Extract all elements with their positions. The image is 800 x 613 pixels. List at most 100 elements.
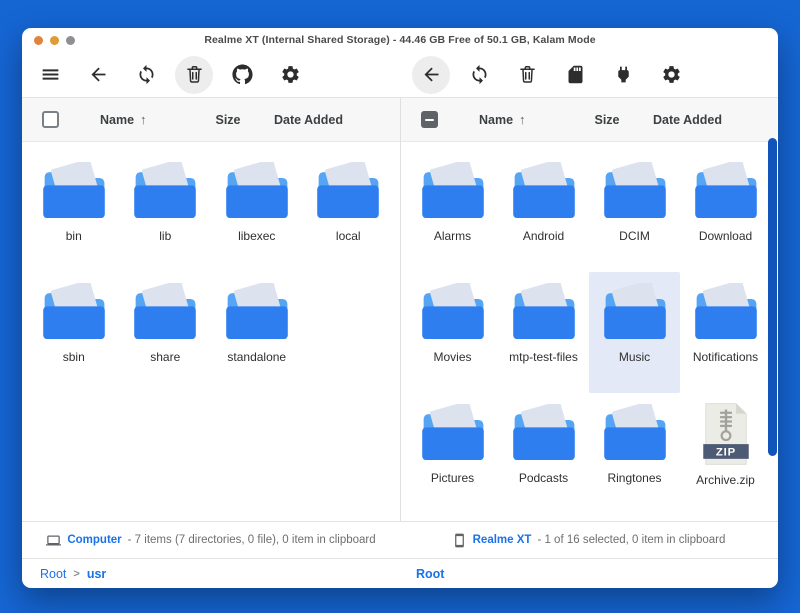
toolbar-left: [22, 52, 400, 97]
folder-icon: [38, 283, 110, 343]
folder-item-share[interactable]: share: [120, 272, 212, 393]
device-breadcrumb: Root: [400, 567, 777, 581]
back-icon: [421, 64, 442, 85]
toolbar-right: [400, 52, 777, 97]
item-label: Alarms: [434, 229, 471, 243]
content-area: Name ↑ Size Date Added bin lib libexec loca…: [22, 98, 778, 521]
refresh-icon: [469, 64, 490, 85]
folder-item-Movies[interactable]: Movies: [407, 272, 498, 393]
device-list-header: Name ↑ Size Date Added: [401, 98, 777, 142]
device-name-link[interactable]: Realme XT: [473, 534, 532, 546]
zip-file-icon: ZIP: [698, 402, 754, 466]
refresh-icon: [136, 64, 157, 85]
device-pane: Name ↑ Size Date Added Alarms AndroidDCIM…: [400, 98, 777, 521]
column-header-name[interactable]: Name ↑: [78, 112, 182, 127]
traffic-lights: [34, 36, 75, 45]
folder-icon: [508, 404, 580, 464]
item-label: Music: [619, 350, 650, 364]
item-label: Archive.zip: [696, 473, 755, 487]
item-label: libexec: [238, 229, 275, 243]
folder-icon: [312, 162, 384, 222]
close-button[interactable]: [34, 36, 43, 45]
breadcrumb-item-Root[interactable]: Root: [40, 567, 66, 581]
folder-icon: [599, 404, 671, 464]
breadcrumb-bar: Root>usr Root: [22, 558, 778, 588]
folder-item-Notifications[interactable]: Notifications: [680, 272, 771, 393]
minimize-button[interactable]: [50, 36, 59, 45]
disconnect-button[interactable]: [604, 56, 642, 94]
folder-item-libexec[interactable]: libexec: [211, 151, 303, 272]
column-header-date-added[interactable]: Date Added: [274, 113, 400, 127]
storage-select-button[interactable]: [556, 56, 594, 94]
item-label: Download: [699, 229, 752, 243]
column-header-size[interactable]: Size: [561, 113, 653, 127]
window-title: Realme XT (Internal Shared Storage) - 44…: [204, 34, 595, 46]
sort-ascending-icon: ↑: [519, 112, 526, 127]
folder-item-Download[interactable]: Download: [680, 151, 771, 272]
folder-item-Music[interactable]: Music: [589, 272, 680, 393]
github-icon: [232, 64, 253, 85]
status-bar: Computer - 7 items (7 directories, 0 fil…: [22, 521, 778, 558]
refresh-button[interactable]: [460, 56, 498, 94]
title-bar: Realme XT (Internal Shared Storage) - 44…: [22, 28, 778, 52]
select-all-checkbox[interactable]: [421, 111, 438, 128]
folder-item-mtp-test-files[interactable]: mtp-test-files: [498, 272, 589, 393]
folder-icon: [417, 162, 489, 222]
local-breadcrumb: Root>usr: [22, 567, 400, 581]
local-status: Computer - 7 items (7 directories, 0 fil…: [22, 533, 400, 548]
sdcard-icon: [565, 64, 586, 85]
folder-icon: [690, 162, 762, 222]
folder-icon: [38, 162, 110, 222]
folder-icon: [508, 283, 580, 343]
back-button[interactable]: [79, 56, 117, 94]
folder-item-Alarms[interactable]: Alarms: [407, 151, 498, 272]
folder-item-bin[interactable]: bin: [28, 151, 120, 272]
folder-item-local[interactable]: local: [303, 151, 395, 272]
column-header-date-added[interactable]: Date Added: [653, 113, 777, 127]
file-item-Archive.zip[interactable]: ZIP Archive.zip: [680, 393, 771, 514]
scrollbar-thumb[interactable]: [768, 138, 777, 456]
folder-item-standalone[interactable]: standalone: [211, 272, 303, 393]
settings-button[interactable]: [652, 56, 690, 94]
folder-item-Pictures[interactable]: Pictures: [407, 393, 498, 514]
local-status-text: - 7 items (7 directories, 0 file), 0 ite…: [128, 534, 376, 546]
local-device-link[interactable]: Computer: [67, 534, 121, 546]
delete-button[interactable]: [508, 56, 546, 94]
folder-item-Podcasts[interactable]: Podcasts: [498, 393, 589, 514]
device-status-text: - 1 of 16 selected, 0 item in clipboard: [537, 534, 725, 546]
folder-item-lib[interactable]: lib: [120, 151, 212, 272]
folder-icon: [599, 283, 671, 343]
folder-item-Android[interactable]: Android: [498, 151, 589, 272]
item-label: sbin: [63, 350, 85, 364]
refresh-button[interactable]: [127, 56, 165, 94]
select-all-checkbox[interactable]: [42, 111, 59, 128]
laptop-icon: [46, 533, 61, 548]
local-list-header: Name ↑ Size Date Added: [22, 98, 400, 142]
gear-icon: [280, 64, 301, 85]
column-header-name[interactable]: Name ↑: [457, 112, 561, 127]
name-column-label: Name: [479, 113, 513, 127]
github-button[interactable]: [223, 56, 261, 94]
plug-icon: [613, 64, 634, 85]
folder-item-sbin[interactable]: sbin: [28, 272, 120, 393]
zoom-button[interactable]: [66, 36, 75, 45]
app-window: Realme XT (Internal Shared Storage) - 44…: [22, 28, 778, 588]
folder-item-DCIM[interactable]: DCIM: [589, 151, 680, 272]
folder-icon: [599, 162, 671, 222]
back-button[interactable]: [412, 56, 450, 94]
column-header-size[interactable]: Size: [182, 113, 274, 127]
item-label: bin: [66, 229, 82, 243]
breadcrumb-item-Root[interactable]: Root: [416, 567, 444, 581]
settings-button[interactable]: [271, 56, 309, 94]
menu-button[interactable]: [31, 56, 69, 94]
menu-icon: [40, 64, 61, 85]
item-label: Podcasts: [519, 471, 568, 485]
folder-item-Ringtones[interactable]: Ringtones: [589, 393, 680, 514]
folder-icon: [417, 404, 489, 464]
delete-button[interactable]: [175, 56, 213, 94]
folder-icon: [690, 283, 762, 343]
breadcrumb-item-usr[interactable]: usr: [87, 567, 106, 581]
folder-icon: [417, 283, 489, 343]
folder-icon: [221, 162, 293, 222]
toolbar-row: [22, 52, 778, 98]
